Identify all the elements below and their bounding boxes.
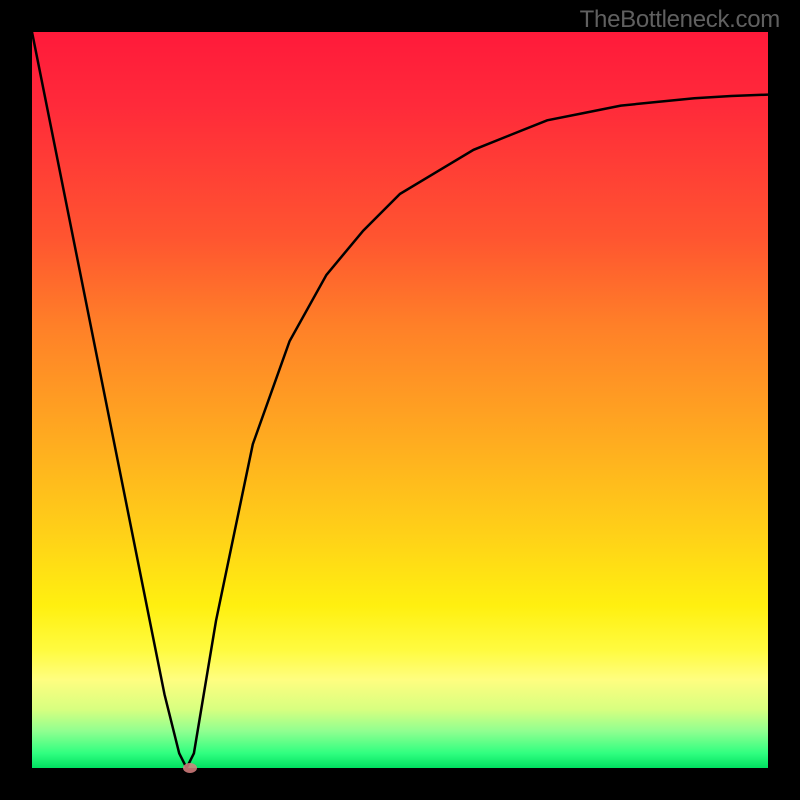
chart-container: TheBottleneck.com bbox=[0, 0, 800, 800]
watermark-text: TheBottleneck.com bbox=[580, 6, 780, 34]
bottleneck-curve bbox=[32, 32, 768, 768]
bottleneck-marker bbox=[183, 763, 197, 773]
plot-area bbox=[32, 32, 768, 768]
